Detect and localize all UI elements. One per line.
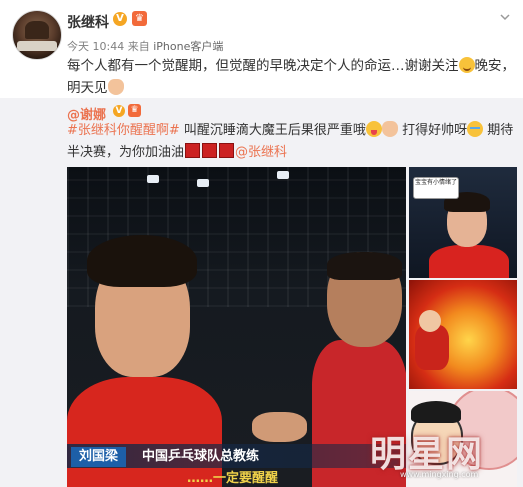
chevron-down-icon[interactable] <box>500 12 510 22</box>
post-text: 每个人都有一个觉醒期，但觉醒的早晚决定个人的命运…谢谢关注 晚安，明天见 <box>67 55 517 99</box>
caption-subtitle: ……一定要醒醒 <box>187 471 279 486</box>
weibo-post: 张继科 V ♛ 今天 10:44 来自 iPhone客户端 每个人都有一个觉醒期… <box>0 0 523 98</box>
player-hair <box>87 235 197 287</box>
thumb1-shirt <box>429 245 509 278</box>
crown-icon: ♛ <box>132 11 147 26</box>
arena-light <box>197 179 209 187</box>
retweet-text-1: 叫醒沉睡滴大魔王后果很严重哦 <box>179 123 366 138</box>
avatar-figure <box>25 21 49 39</box>
main-photo[interactable]: 刘国梁 中国乒乓球队总教练 ……一定要醒醒 <box>67 167 406 487</box>
author-name[interactable]: 张继科 <box>67 12 109 32</box>
verified-badge-icon: V <box>113 12 127 26</box>
hand <box>252 412 307 442</box>
arena-light <box>147 175 159 183</box>
post-meta: 今天 10:44 来自 iPhone客户端 <box>67 38 223 54</box>
hashtag-link[interactable]: #张继科你醒醒啊# <box>67 123 180 138</box>
mention-link[interactable]: @张继科 <box>235 145 287 160</box>
cry-emoji <box>467 121 484 137</box>
retweet-text-2: 打得好帅呀 <box>397 123 468 138</box>
thumb1-speech-bubble: 宝宝有小情绪了 <box>413 177 459 199</box>
thumb3-cartoon-hair <box>411 401 461 423</box>
avatar-table <box>17 41 57 51</box>
retweet-crown-icon: ♛ <box>128 104 141 117</box>
caption-name: 刘国梁 <box>71 447 127 467</box>
thumb2-figure-head <box>419 310 441 332</box>
caption-title: 中国乒乓球队总教练 <box>142 449 260 464</box>
tongue-emoji <box>365 121 382 137</box>
post-source[interactable]: iPhone客户端 <box>153 40 223 53</box>
thumbnail-1[interactable]: 宝宝有小情绪了 <box>409 167 517 278</box>
arena-light <box>277 171 289 179</box>
watermark-url: www.mingxing.com <box>400 470 479 479</box>
author-avatar[interactable] <box>12 10 62 60</box>
flag-emoji <box>202 143 218 158</box>
smile-emoji <box>458 57 475 73</box>
thumbnail-2[interactable] <box>409 280 517 389</box>
coach-hair <box>327 252 402 280</box>
flag-emoji <box>185 143 201 158</box>
source-prefix: 来自 <box>127 40 150 53</box>
post-time[interactable]: 今天 10:44 <box>67 40 124 53</box>
flag-emoji <box>219 143 235 158</box>
retweet-text: #张继科你醒醒啊# 叫醒沉睡滴大魔王后果很严重哦 打得好帅呀 期待半决赛，为你加… <box>67 120 517 164</box>
retweet-verified-badge-icon: V <box>113 105 125 117</box>
post-text-1: 每个人都有一个觉醒期，但觉醒的早晚决定个人的命运…谢谢关注 <box>67 58 459 74</box>
victory-emoji <box>381 121 398 137</box>
pray-emoji <box>107 79 124 95</box>
